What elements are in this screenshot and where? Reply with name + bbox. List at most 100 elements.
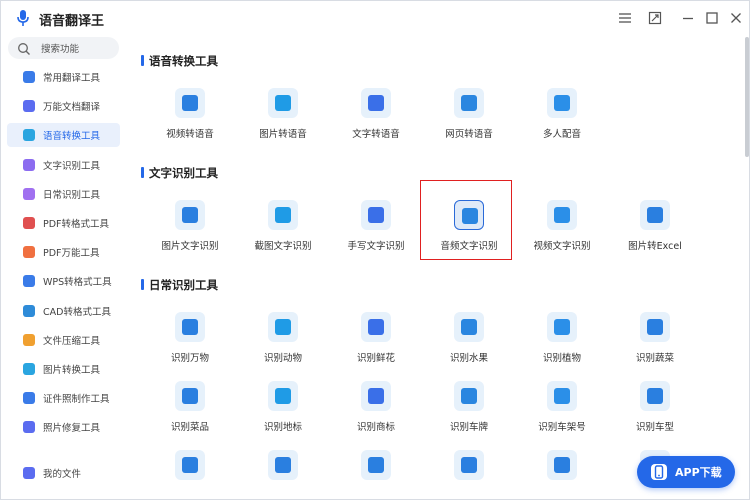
tool-label: 识别商标 <box>356 422 395 433</box>
tool-label: 音频文字识别 <box>440 241 498 252</box>
tool-tile <box>175 381 205 411</box>
sidebar-item[interactable]: 常用翻译工具 <box>7 65 120 89</box>
tool-card[interactable]: 图片转语音 <box>238 88 328 154</box>
tool-card[interactable]: 视频转语音 <box>145 88 235 154</box>
recognize-plant-icon <box>554 319 570 335</box>
daily-recognition-icon <box>23 187 35 200</box>
recognize-fruit-icon <box>461 319 477 335</box>
recognize-dish-icon <box>182 388 198 404</box>
sidebar-item-label: 文件压缩工具 <box>43 335 101 347</box>
audio-to-text-icon <box>462 208 478 224</box>
sidebar-item[interactable]: PDF万能工具 <box>7 240 120 264</box>
sidebar-item[interactable]: CAD转格式工具 <box>7 299 120 323</box>
tool-card[interactable]: 音频文字识别 <box>420 180 514 266</box>
tool-card[interactable]: 手写文字识别 <box>331 200 421 266</box>
tool-card-partial[interactable] <box>145 450 235 499</box>
scrollbar[interactable] <box>745 37 749 157</box>
tool-label: 识别万物 <box>170 353 209 364</box>
tool-label: 识别植物 <box>542 353 581 364</box>
tool-card-partial[interactable] <box>517 450 607 499</box>
sidebar-item[interactable]: 万能文档翻译 <box>7 94 120 118</box>
tool-card-partial[interactable] <box>424 450 514 499</box>
tool-card[interactable]: 视频文字识别 <box>517 200 607 266</box>
tool-card[interactable]: 识别水果 <box>424 312 514 378</box>
tool-card[interactable]: 识别植物 <box>517 312 607 378</box>
sidebar-item-label: 我的文件 <box>43 469 82 480</box>
id-photo-icon <box>23 392 35 405</box>
sidebar-item[interactable]: 语音转换工具 <box>7 123 120 148</box>
tool-card[interactable]: 网页转语音 <box>424 88 514 154</box>
tool-card[interactable]: 识别动物 <box>238 312 328 378</box>
microphone-logo-icon <box>15 9 31 27</box>
tool-tile <box>640 312 670 342</box>
app-download-button[interactable]: APP下载 <box>637 456 735 488</box>
sidebar-item[interactable]: PDF转格式工具 <box>7 211 120 235</box>
tool-card[interactable]: 识别车架号 <box>517 381 607 447</box>
sidebar-item-label: 文字识别工具 <box>43 160 101 172</box>
sidebar-item-label: 证件照制作工具 <box>43 394 110 406</box>
tool-card[interactable]: 文字转语音 <box>331 88 421 154</box>
recognize-vegetable-icon <box>647 319 663 335</box>
close-icon[interactable] <box>728 10 744 26</box>
tool-card-partial[interactable] <box>331 450 421 499</box>
tool-label: 识别动物 <box>263 353 302 364</box>
voice-convert-icon <box>23 129 35 142</box>
tool-tile <box>547 381 577 411</box>
tool-card[interactable]: 图片文字识别 <box>145 200 235 266</box>
app-window: 语音翻译王 搜索功能 常用翻译工具 万能文档翻译 语音转换工具 文字识别工具 日常识别工… <box>0 0 750 500</box>
title-bar: 语音翻译王 <box>1 1 749 35</box>
search-box[interactable]: 搜索功能 <box>8 37 119 59</box>
tool-icon <box>368 457 384 473</box>
recognize-flower-icon <box>368 319 384 335</box>
section-title: 语音转换工具 <box>141 54 218 68</box>
recognize-car-model-icon <box>647 388 663 404</box>
tool-card[interactable]: 图片转Excel <box>610 200 700 266</box>
sidebar-item[interactable]: WPS转格式工具 <box>7 269 120 293</box>
sidebar-item-label: 图片转换工具 <box>43 365 101 376</box>
tool-card[interactable]: 识别蔬菜 <box>610 312 700 378</box>
tool-tile <box>361 381 391 411</box>
image-ocr-icon <box>182 207 198 223</box>
section-title: 文字识别工具 <box>141 166 218 180</box>
tool-card[interactable]: 多人配音 <box>517 88 607 154</box>
minimize-icon[interactable] <box>680 10 696 26</box>
tool-tile <box>454 312 484 342</box>
sidebar-item[interactable]: 证件照制作工具 <box>7 386 120 410</box>
tool-card[interactable]: 识别万物 <box>145 312 235 378</box>
tool-card[interactable]: 识别车牌 <box>424 381 514 447</box>
tool-label: 截图文字识别 <box>254 241 312 252</box>
tool-card[interactable]: 识别菜品 <box>145 381 235 447</box>
mini-mode-icon[interactable] <box>647 10 663 26</box>
sidebar-item-label: 语音转换工具 <box>43 131 101 143</box>
tool-card[interactable]: 识别地标 <box>238 381 328 447</box>
tool-label: 识别蔬菜 <box>635 353 674 364</box>
tool-card[interactable]: 截图文字识别 <box>238 200 328 266</box>
maximize-icon[interactable] <box>704 10 720 26</box>
tool-label: 识别水果 <box>449 353 488 364</box>
menu-icon[interactable] <box>617 10 633 26</box>
wps-convert-icon <box>23 275 35 288</box>
sidebar-item-label: 常用翻译工具 <box>43 73 101 84</box>
sidebar-item[interactable]: 图片转换工具 <box>7 357 120 381</box>
sidebar-item[interactable]: 文字识别工具 <box>7 153 120 177</box>
pdf-convert-icon <box>23 217 35 229</box>
tool-tile <box>547 450 577 480</box>
sidebar-item-label: PDF转格式工具 <box>43 219 110 230</box>
recognize-all-icon <box>182 319 198 335</box>
cad-convert-icon <box>23 304 35 317</box>
photo-repair-icon <box>23 421 35 434</box>
tool-label: 识别地标 <box>263 422 302 433</box>
tool-card[interactable]: 识别鲜花 <box>331 312 421 378</box>
tool-tile <box>268 381 298 411</box>
sidebar-item-label: PDF万能工具 <box>43 248 100 260</box>
tool-label: 网页转语音 <box>445 129 493 140</box>
tool-card-partial[interactable] <box>238 450 328 499</box>
sidebar-item-my-files[interactable]: 我的文件 <box>7 461 120 485</box>
sidebar-item[interactable]: 照片修复工具 <box>7 415 120 439</box>
tool-icon <box>554 457 570 473</box>
tool-card[interactable]: 识别车型 <box>610 381 700 447</box>
tool-card[interactable]: 识别商标 <box>331 381 421 447</box>
search-icon <box>17 41 31 60</box>
sidebar-item[interactable]: 日常识别工具 <box>7 182 120 206</box>
sidebar-item[interactable]: 文件压缩工具 <box>7 328 120 352</box>
